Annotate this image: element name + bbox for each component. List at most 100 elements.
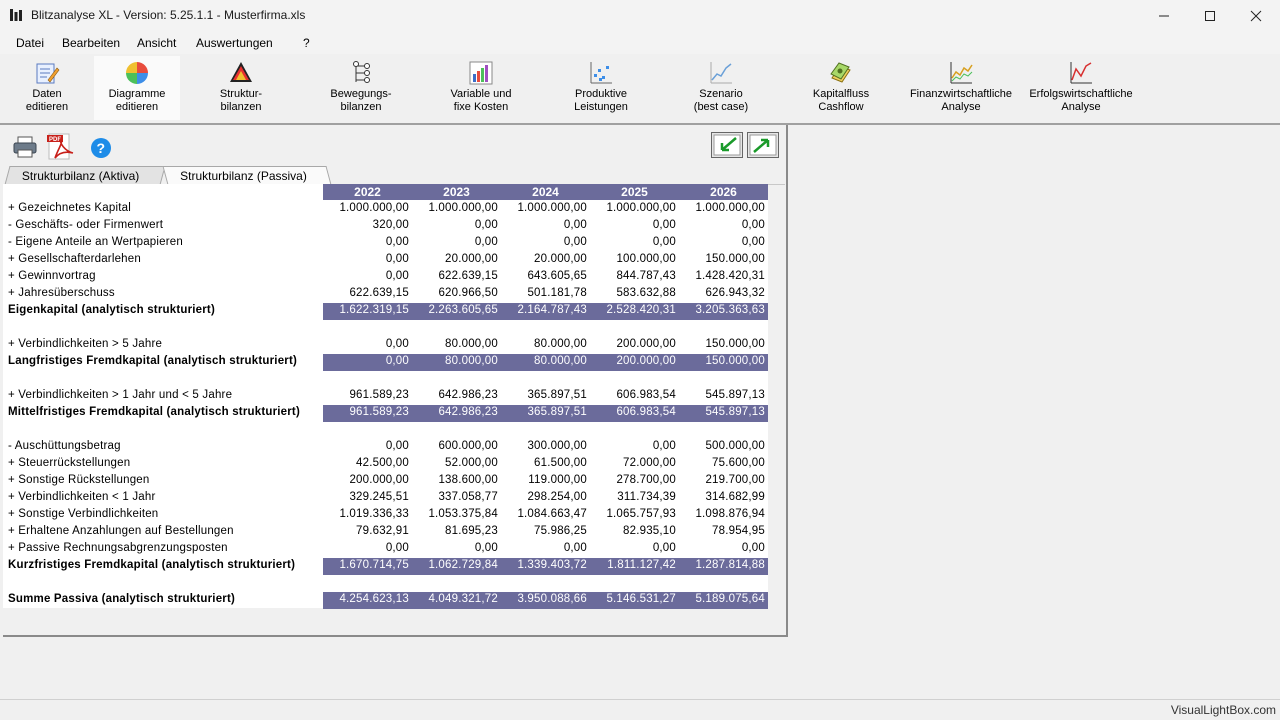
value-cell-2022[interactable]: 42.500,00 xyxy=(323,457,409,469)
menu-ansicht[interactable]: Ansicht xyxy=(137,36,176,50)
menu-datei[interactable]: Datei xyxy=(16,36,44,50)
value-cell-2024[interactable]: 75.986,25 xyxy=(501,525,587,537)
value-cell-2025[interactable]: 844.787,43 xyxy=(590,270,676,282)
value-cell-2025[interactable]: 0,00 xyxy=(590,542,676,554)
tool-produktive-leistungen[interactable]: Produktive Leistungen xyxy=(558,56,644,120)
tool-bewegungsbilanzen[interactable]: Bewegungs- bilanzen xyxy=(318,56,404,120)
value-cell-2022[interactable]: 0,00 xyxy=(323,236,409,248)
value-cell-2023[interactable]: 337.058,77 xyxy=(412,491,498,503)
value-cell-2026[interactable]: 219.700,00 xyxy=(679,474,765,486)
value-cell-2026[interactable]: 314.682,99 xyxy=(679,491,765,503)
value-cell-2023[interactable]: 81.695,23 xyxy=(412,525,498,537)
value-cell-2025[interactable]: 1.000.000,00 xyxy=(590,202,676,214)
value-cell-2022[interactable]: 329.245,51 xyxy=(323,491,409,503)
value-cell-2024[interactable]: 298.254,00 xyxy=(501,491,587,503)
menu-bearbeiten[interactable]: Bearbeiten xyxy=(62,36,120,50)
value-cell-2023[interactable]: 80.000,00 xyxy=(412,355,498,367)
value-cell-2026[interactable]: 75.600,00 xyxy=(679,457,765,469)
tab-strukturbilanz-aktiva[interactable]: Strukturbilanz (Aktiva) xyxy=(4,166,166,185)
value-cell-2025[interactable]: 200.000,00 xyxy=(590,355,676,367)
maximize-button[interactable] xyxy=(1187,0,1233,31)
value-cell-2024[interactable]: 501.181,78 xyxy=(501,287,587,299)
value-cell-2022[interactable]: 0,00 xyxy=(323,253,409,265)
value-cell-2025[interactable]: 100.000,00 xyxy=(590,253,676,265)
value-cell-2023[interactable]: 622.639,15 xyxy=(412,270,498,282)
value-cell-2025[interactable]: 0,00 xyxy=(590,236,676,248)
value-cell-2024[interactable]: 365.897,51 xyxy=(501,389,587,401)
value-cell-2023[interactable]: 4.049.321,72 xyxy=(412,593,498,605)
value-cell-2026[interactable]: 626.943,32 xyxy=(679,287,765,299)
value-cell-2022[interactable]: 200.000,00 xyxy=(323,474,409,486)
tool-diagramme-editieren[interactable]: Diagramme editieren xyxy=(94,56,180,120)
value-cell-2023[interactable]: 600.000,00 xyxy=(412,440,498,452)
value-cell-2024[interactable]: 1.339.403,72 xyxy=(501,559,587,571)
value-cell-2023[interactable]: 642.986,23 xyxy=(412,406,498,418)
value-cell-2023[interactable]: 0,00 xyxy=(412,219,498,231)
tool-strukturbilanzen[interactable]: Struktur- bilanzen xyxy=(198,56,284,120)
value-cell-2023[interactable]: 20.000,00 xyxy=(412,253,498,265)
value-cell-2026[interactable]: 1.287.814,88 xyxy=(679,559,765,571)
value-cell-2024[interactable]: 1.000.000,00 xyxy=(501,202,587,214)
value-cell-2026[interactable]: 545.897,13 xyxy=(679,389,765,401)
value-cell-2022[interactable]: 0,00 xyxy=(323,440,409,452)
value-cell-2025[interactable]: 1.811.127,42 xyxy=(590,559,676,571)
value-cell-2022[interactable]: 961.589,23 xyxy=(323,389,409,401)
value-cell-2026[interactable]: 150.000,00 xyxy=(679,355,765,367)
value-cell-2024[interactable]: 0,00 xyxy=(501,542,587,554)
value-cell-2024[interactable]: 20.000,00 xyxy=(501,253,587,265)
value-cell-2026[interactable]: 1.000.000,00 xyxy=(679,202,765,214)
value-cell-2023[interactable]: 1.062.729,84 xyxy=(412,559,498,571)
value-cell-2024[interactable]: 643.605,65 xyxy=(501,270,587,282)
value-cell-2022[interactable]: 0,00 xyxy=(323,542,409,554)
value-cell-2023[interactable]: 80.000,00 xyxy=(412,338,498,350)
value-cell-2022[interactable]: 4.254.623,13 xyxy=(323,593,409,605)
tool-erfolgswirtschaftliche-analyse[interactable]: Erfolgswirtschaftliche Analyse xyxy=(1024,56,1138,120)
collapse-button[interactable] xyxy=(711,132,743,161)
value-cell-2024[interactable]: 61.500,00 xyxy=(501,457,587,469)
value-cell-2025[interactable]: 82.935,10 xyxy=(590,525,676,537)
expand-button[interactable] xyxy=(747,132,779,161)
value-cell-2024[interactable]: 0,00 xyxy=(501,236,587,248)
value-cell-2023[interactable]: 138.600,00 xyxy=(412,474,498,486)
print-button[interactable] xyxy=(13,135,37,162)
tool-daten-editieren[interactable]: Daten editieren xyxy=(4,56,90,120)
value-cell-2026[interactable]: 500.000,00 xyxy=(679,440,765,452)
value-cell-2026[interactable]: 1.428.420,31 xyxy=(679,270,765,282)
value-cell-2023[interactable]: 52.000,00 xyxy=(412,457,498,469)
value-cell-2022[interactable]: 1.019.336,33 xyxy=(323,508,409,520)
value-cell-2024[interactable]: 0,00 xyxy=(501,219,587,231)
value-cell-2024[interactable]: 80.000,00 xyxy=(501,338,587,350)
value-cell-2025[interactable]: 72.000,00 xyxy=(590,457,676,469)
value-cell-2024[interactable]: 300.000,00 xyxy=(501,440,587,452)
tool-kapitalfluss[interactable]: Kapitalfluss Cashflow xyxy=(798,56,884,120)
value-cell-2022[interactable]: 79.632,91 xyxy=(323,525,409,537)
value-cell-2026[interactable]: 0,00 xyxy=(679,236,765,248)
value-cell-2026[interactable]: 545.897,13 xyxy=(679,406,765,418)
value-cell-2022[interactable]: 320,00 xyxy=(323,219,409,231)
value-cell-2023[interactable]: 642.986,23 xyxy=(412,389,498,401)
value-cell-2025[interactable]: 606.983,54 xyxy=(590,406,676,418)
menu-auswertungen[interactable]: Auswertungen xyxy=(196,36,273,50)
value-cell-2024[interactable]: 365.897,51 xyxy=(501,406,587,418)
value-cell-2024[interactable]: 1.084.663,47 xyxy=(501,508,587,520)
help-button[interactable]: ? xyxy=(90,137,112,162)
value-cell-2024[interactable]: 119.000,00 xyxy=(501,474,587,486)
tool-szenario[interactable]: Szenario (best case) xyxy=(678,56,764,120)
value-cell-2024[interactable]: 2.164.787,43 xyxy=(501,304,587,316)
value-cell-2025[interactable]: 0,00 xyxy=(590,219,676,231)
value-cell-2025[interactable]: 278.700,00 xyxy=(590,474,676,486)
value-cell-2025[interactable]: 583.632,88 xyxy=(590,287,676,299)
value-cell-2025[interactable]: 200.000,00 xyxy=(590,338,676,350)
value-cell-2026[interactable]: 5.189.075,64 xyxy=(679,593,765,605)
tab-strukturbilanz-passiva[interactable]: Strukturbilanz (Passiva) xyxy=(162,166,332,185)
value-cell-2025[interactable]: 311.734,39 xyxy=(590,491,676,503)
pdf-export-button[interactable]: PDF xyxy=(47,133,77,164)
value-cell-2024[interactable]: 80.000,00 xyxy=(501,355,587,367)
value-cell-2022[interactable]: 1.000.000,00 xyxy=(323,202,409,214)
value-cell-2025[interactable]: 1.065.757,93 xyxy=(590,508,676,520)
value-cell-2022[interactable]: 0,00 xyxy=(323,355,409,367)
value-cell-2023[interactable]: 0,00 xyxy=(412,542,498,554)
value-cell-2026[interactable]: 150.000,00 xyxy=(679,253,765,265)
value-cell-2023[interactable]: 1.000.000,00 xyxy=(412,202,498,214)
value-cell-2025[interactable]: 606.983,54 xyxy=(590,389,676,401)
